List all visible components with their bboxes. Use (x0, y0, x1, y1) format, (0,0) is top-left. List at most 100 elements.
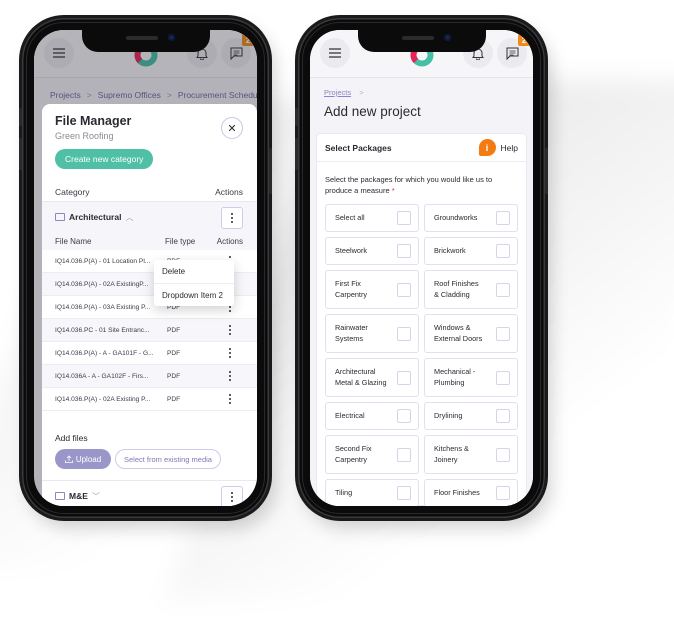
package-option[interactable]: Mechanical - Plumbing (424, 358, 518, 397)
package-checkbox[interactable] (496, 244, 510, 258)
upload-icon (64, 455, 73, 463)
package-option[interactable]: Groundworks (424, 204, 518, 232)
category-row[interactable]: Architectural ︿ (42, 202, 257, 232)
breadcrumb-procurement-schedule[interactable]: Procurement Schedule (178, 90, 257, 104)
category-actions-button[interactable] (221, 207, 243, 229)
file-actions-icon[interactable] (217, 324, 243, 336)
package-option[interactable]: Rainwater Systems (325, 314, 419, 353)
file-type-header: File type (165, 236, 196, 246)
breadcrumb-supremo-offices[interactable]: Supremo Offices (98, 90, 161, 104)
side-button (19, 138, 22, 170)
package-checkbox[interactable] (496, 486, 510, 500)
package-option[interactable]: Second Fix Carpentry (325, 435, 419, 474)
dropdown-item-delete[interactable]: Delete (154, 260, 234, 283)
category-actions-button[interactable] (221, 486, 243, 506)
file-name: IQ14.036.P(A) - A - GA101F - G... (55, 349, 154, 357)
package-checkbox[interactable] (496, 282, 510, 297)
upload-label: Upload (75, 454, 102, 464)
package-option[interactable]: Tiling (325, 479, 419, 506)
package-label: Second Fix Carpentry (335, 444, 372, 464)
folder-icon (55, 492, 65, 500)
package-option[interactable]: Roof Finishes & Cladding (424, 270, 518, 309)
package-option[interactable]: Floor Finishes (424, 479, 518, 506)
file-actions-icon[interactable] (217, 393, 243, 405)
package-checkbox[interactable] (397, 409, 411, 423)
package-checkbox[interactable] (397, 326, 411, 341)
screen: 2 Projects > Add new project Select Pack… (310, 30, 533, 506)
package-checkbox[interactable] (496, 370, 510, 385)
breadcrumb: Projects > (324, 88, 364, 97)
package-checkbox[interactable] (496, 447, 510, 462)
chevron-down-icon[interactable]: ﹀ (92, 491, 100, 502)
package-option[interactable]: Drylining (424, 402, 518, 430)
file-row[interactable]: IQ14.036.PC - 01 Site Entranc... PDF (42, 319, 257, 342)
file-actions-icon[interactable] (217, 347, 243, 359)
file-actions-icon[interactable] (217, 370, 243, 382)
file-row[interactable]: IQ14.036.P(A) - A - GA101F - G... PDF (42, 342, 257, 365)
file-type: PDF (167, 395, 181, 403)
package-checkbox[interactable] (496, 326, 510, 341)
card-title: Select Packages (325, 142, 392, 153)
required-marker: * (391, 186, 395, 195)
package-option[interactable]: Kitchens & Joinery (424, 435, 518, 474)
instructions-text: Select the packages for which you would … (325, 175, 493, 195)
file-row[interactable]: IQ14.036.P(A) - 02A Existing P... PDF (42, 388, 257, 411)
folder-icon (55, 213, 65, 221)
file-name: IQ14.036.PC - 01 Site Entranc... (55, 326, 150, 334)
breadcrumb-separator: > (359, 88, 364, 97)
package-option[interactable]: Select all (325, 204, 419, 232)
package-option[interactable]: Steelwork (325, 237, 419, 265)
package-checkbox[interactable] (397, 486, 411, 500)
messages-button[interactable]: 2 (497, 34, 530, 68)
package-checkbox[interactable] (397, 447, 411, 462)
help-button[interactable]: i Help (478, 139, 518, 156)
help-label: Help (500, 142, 518, 153)
category-table-header: Category Actions (55, 187, 243, 197)
modal-subtitle: Green Roofing (55, 131, 114, 141)
package-label: Select all (335, 212, 365, 222)
file-name: IQ14.036.P(A) - 02A Existing P... (55, 395, 151, 403)
file-type: PDF (167, 326, 181, 334)
messages-button[interactable]: 2 (221, 34, 254, 68)
package-label: Architectural Metal & Glazing (335, 367, 387, 387)
file-row[interactable]: IQ14.036A - A - GA102F - Firs... PDF (42, 365, 257, 388)
menu-button[interactable] (44, 38, 74, 68)
package-option[interactable]: First Fix Carpentry (325, 270, 419, 309)
package-checkbox[interactable] (397, 244, 411, 258)
side-button (545, 148, 548, 194)
package-option[interactable]: Windows & External Doors (424, 314, 518, 353)
package-checkbox[interactable] (397, 282, 411, 297)
chevron-up-icon[interactable]: ︿ (125, 212, 133, 223)
notch (81, 30, 210, 52)
package-option[interactable]: Electrical (325, 402, 419, 430)
package-checkbox[interactable] (397, 211, 411, 225)
message-count-badge: 2 (518, 34, 530, 46)
add-files-label: Add files (55, 433, 88, 443)
upload-button[interactable]: Upload (55, 449, 111, 469)
breadcrumb-projects[interactable]: Projects (324, 88, 351, 97)
package-label: Floor Finishes (434, 487, 480, 497)
phone-file-manager: 2 Projects > Supremo Offices > Procureme… (19, 18, 272, 518)
package-label: Roof Finishes & Cladding (434, 279, 479, 299)
package-option[interactable]: Architectural Metal & Glazing (325, 358, 419, 397)
dropdown-item-2[interactable]: Dropdown Item 2 (154, 283, 234, 306)
create-category-button[interactable]: Create new category (55, 149, 154, 169)
breadcrumb-projects[interactable]: Projects (50, 90, 81, 104)
message-icon (230, 47, 242, 60)
close-button[interactable]: ✕ (221, 117, 243, 139)
card-header: Select Packages i Help (317, 134, 526, 162)
select-existing-media-button[interactable]: Select from existing media (115, 449, 221, 469)
package-option[interactable]: Brickwork (424, 237, 518, 265)
package-label: Tiling (335, 487, 353, 497)
side-button (269, 148, 272, 194)
menu-button[interactable] (320, 38, 350, 68)
package-label: Electrical (335, 410, 365, 420)
page-body: Projects > Add new project Select Packag… (310, 78, 533, 506)
screen: 2 Projects > Supremo Offices > Procureme… (34, 30, 257, 506)
package-checkbox[interactable] (496, 409, 510, 423)
category-row[interactable]: M&E ﹀ (42, 481, 257, 506)
package-checkbox[interactable] (496, 211, 510, 225)
notch (357, 30, 486, 52)
package-label: Rainwater Systems (335, 323, 368, 343)
package-checkbox[interactable] (397, 370, 411, 385)
